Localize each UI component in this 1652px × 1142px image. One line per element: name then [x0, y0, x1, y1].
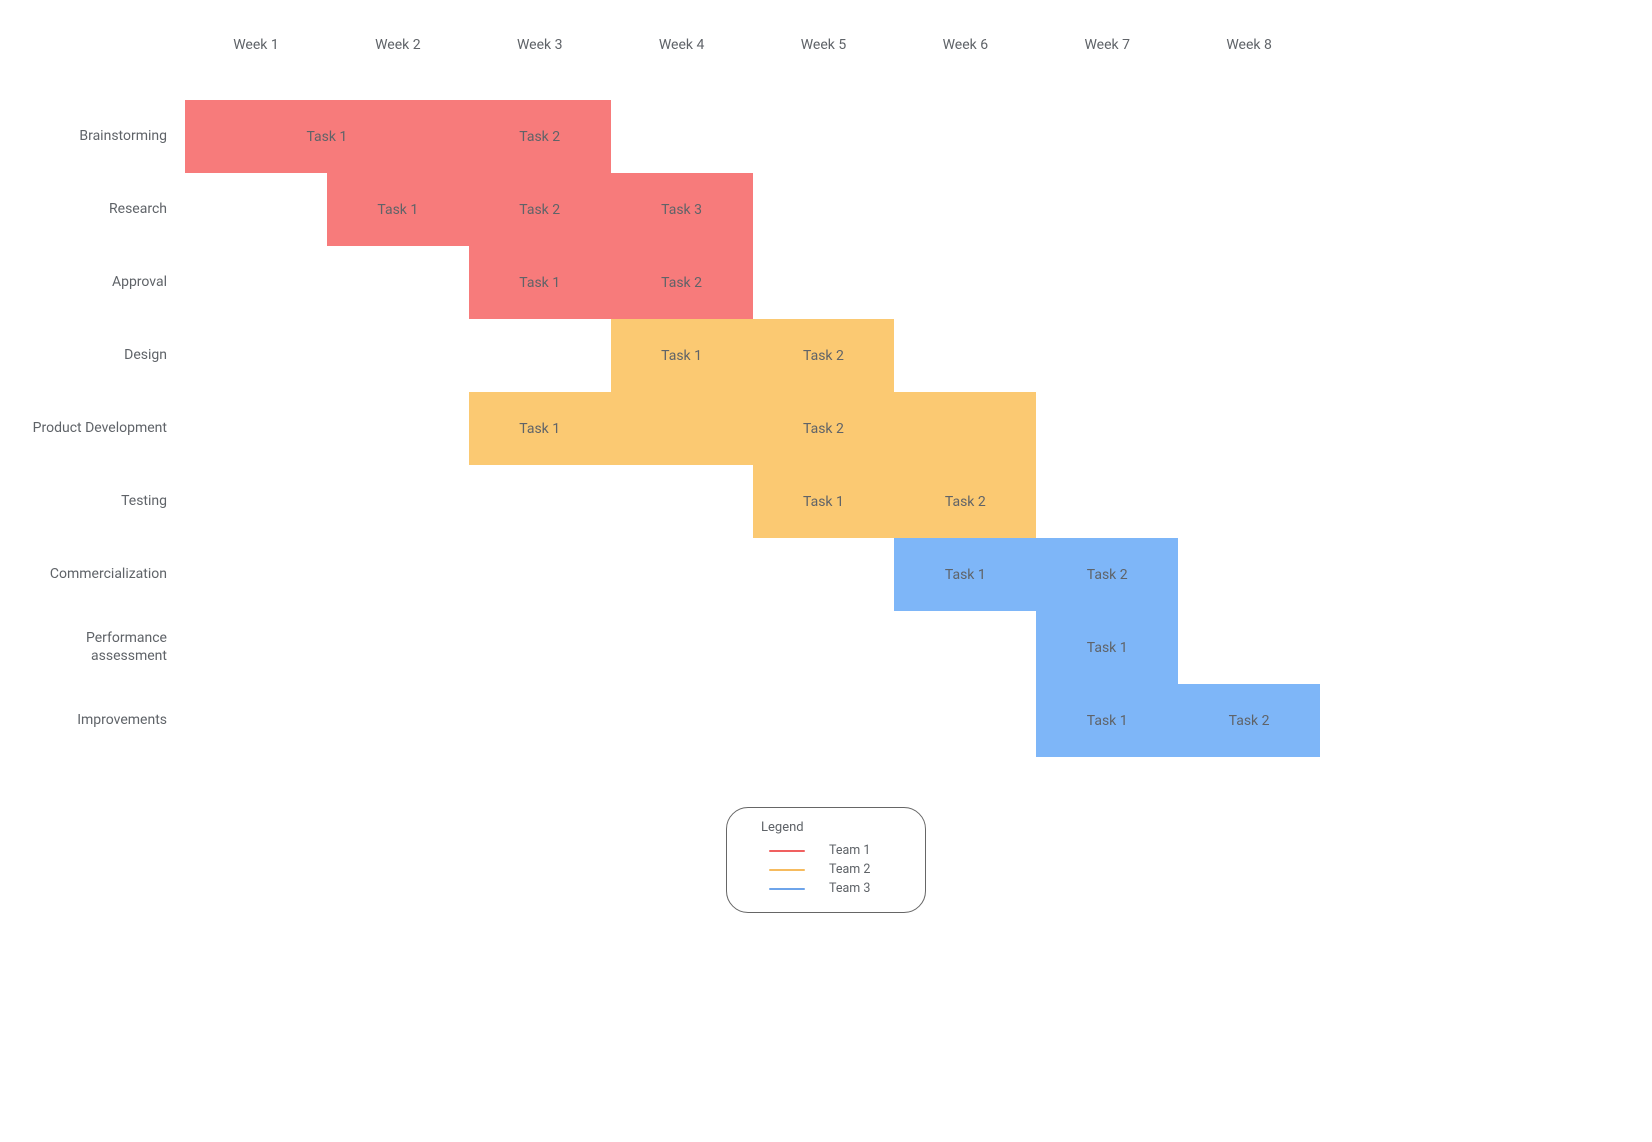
gantt-row: Performance assessment Task 1: [30, 611, 1320, 684]
week-header: Week 2: [327, 37, 469, 53]
gantt-bar: Task 2: [469, 100, 611, 173]
week-header: Week 6: [894, 37, 1036, 53]
row-track: Task 1Task 2Task 3: [185, 173, 1320, 246]
gantt-chart: Week 1 Week 2 Week 3 Week 4 Week 5 Week …: [30, 20, 1320, 757]
legend-swatch-team2: [769, 869, 805, 871]
row-track: Task 1Task 2: [185, 100, 1320, 173]
gantt-bar: Task 2: [469, 173, 611, 246]
gantt-row: BrainstormingTask 1Task 2: [30, 100, 1320, 173]
gantt-rows: BrainstormingTask 1Task 2ResearchTask 1T…: [30, 100, 1320, 757]
gantt-row: ApprovalTask 1Task 2: [30, 246, 1320, 319]
row-label: Brainstorming: [30, 100, 185, 173]
gantt-bar: Task 2: [611, 246, 753, 319]
row-label: Commercialization: [30, 538, 185, 611]
legend-swatch-team3: [769, 888, 805, 890]
legend: Legend Team 1 Team 2 Team 3: [726, 807, 926, 913]
row-track: Task 1Task 2: [185, 538, 1320, 611]
gantt-bar: Task 1: [1036, 611, 1178, 684]
gantt-row: ImprovementsTask 1Task 2: [30, 684, 1320, 757]
row-track: Task 1Task 2: [185, 392, 1320, 465]
gantt-header: Week 1 Week 2 Week 3 Week 4 Week 5 Week …: [30, 20, 1320, 70]
gantt-row: DesignTask 1Task 2: [30, 319, 1320, 392]
row-track: Task 1Task 2: [185, 319, 1320, 392]
week-header: Week 3: [469, 37, 611, 53]
legend-item: Team 1: [747, 841, 905, 860]
gantt-bar: Task 2: [1178, 684, 1320, 757]
week-header: Week 7: [1036, 37, 1178, 53]
week-header: Week 8: [1178, 37, 1320, 53]
gantt-bar: Task 1: [327, 173, 469, 246]
row-label: Design: [30, 319, 185, 392]
gantt-row: Product DevelopmentTask 1Task 2: [30, 392, 1320, 465]
legend-label: Team 2: [829, 862, 870, 877]
row-track: Task 1Task 2: [185, 684, 1320, 757]
week-header: Week 4: [611, 37, 753, 53]
row-track: Task 1Task 2: [185, 465, 1320, 538]
gantt-bar: Task 1: [611, 319, 753, 392]
legend-swatch-team1: [769, 850, 805, 852]
gantt-bar: Task 1: [753, 465, 895, 538]
gantt-bar: Task 2: [894, 465, 1036, 538]
gantt-bar: Task 1: [469, 392, 611, 465]
legend-title: Legend: [747, 820, 905, 835]
gantt-bar: Task 2: [611, 392, 1037, 465]
week-header: Week 5: [753, 37, 895, 53]
row-label: Research: [30, 173, 185, 246]
legend-label: Team 3: [829, 881, 870, 896]
gantt-bar: Task 1: [1036, 684, 1178, 757]
legend-item: Team 3: [747, 879, 905, 898]
gantt-bar: Task 2: [1036, 538, 1178, 611]
gantt-row: TestingTask 1Task 2: [30, 465, 1320, 538]
row-track: Task 1Task 2: [185, 246, 1320, 319]
gantt-bar: Task 3: [611, 173, 753, 246]
gantt-bar: Task 1: [894, 538, 1036, 611]
row-label: Approval: [30, 246, 185, 319]
row-track: Task 1: [185, 611, 1320, 684]
gantt-row: CommercializationTask 1Task 2: [30, 538, 1320, 611]
weeks-header: Week 1 Week 2 Week 3 Week 4 Week 5 Week …: [185, 37, 1320, 53]
row-label: Improvements: [30, 684, 185, 757]
row-label: Testing: [30, 465, 185, 538]
legend-label: Team 1: [829, 843, 870, 858]
week-header: Week 1: [185, 37, 327, 53]
legend-item: Team 2: [747, 860, 905, 879]
gantt-bar: Task 1: [185, 100, 469, 173]
row-label: Product Development: [30, 392, 185, 465]
gantt-bar: Task 2: [753, 319, 895, 392]
row-label: Performance assessment: [30, 611, 185, 684]
gantt-row: ResearchTask 1Task 2Task 3: [30, 173, 1320, 246]
gantt-bar: Task 1: [469, 246, 611, 319]
